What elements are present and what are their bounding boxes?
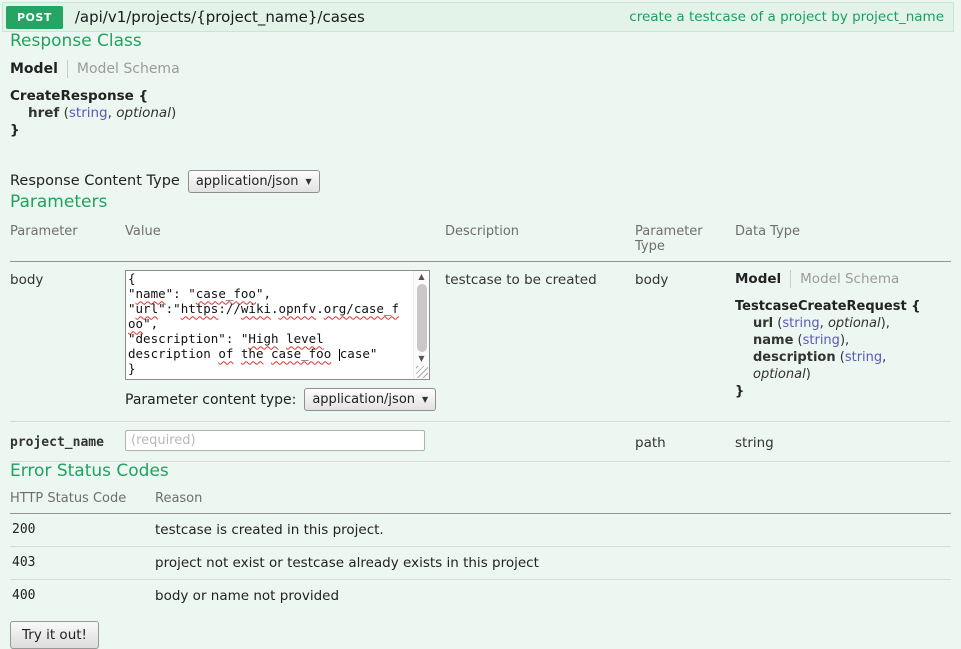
tab-divider — [790, 270, 791, 288]
col-data-type: Data Type — [735, 224, 951, 254]
textarea-scrollbar[interactable]: ▲ ▼ — [413, 271, 429, 379]
response-class-tabs: Model Model Schema — [10, 60, 951, 78]
response-content-type-value: application/json — [196, 174, 299, 189]
param-name-project-name: project_name — [10, 430, 125, 451]
response-content-type-select[interactable]: application/json ▼ — [188, 170, 320, 193]
operation-header: POST /api/v1/projects/{project_name}/cas… — [2, 2, 954, 32]
model-property: name (string), — [753, 332, 943, 349]
http-method-badge: POST — [6, 6, 63, 29]
parameter-content-type-label: Parameter content type: — [125, 392, 296, 408]
response-content-type-row: Response Content Type application/json ▼ — [10, 170, 951, 193]
table-row-body-param: body {"name": "case_foo","url":"https://… — [10, 262, 951, 422]
col-parameter: Parameter — [10, 224, 125, 254]
col-parameter-type: Parameter Type — [635, 224, 735, 254]
tab-model-schema[interactable]: Model Schema — [77, 61, 180, 77]
col-http-status-code: HTTP Status Code — [10, 491, 155, 506]
col-description: Description — [445, 224, 635, 254]
try-it-out-button[interactable]: Try it out! — [10, 621, 99, 649]
status-reason: testcase is created in this project. — [155, 522, 951, 538]
model-property: description (string, optional) — [753, 349, 943, 383]
status-code: 200 — [10, 522, 155, 538]
tab-model[interactable]: Model — [10, 61, 58, 77]
param-name-body: body — [10, 270, 125, 411]
status-code: 403 — [10, 555, 155, 571]
response-content-type-label: Response Content Type — [10, 173, 180, 189]
dropdown-arrow-icon: ▼ — [306, 177, 312, 186]
model-open: CreateResponse { — [10, 88, 951, 105]
model-property: url (string, optional), — [753, 315, 943, 332]
table-row-project-name-param: project_name path string — [10, 422, 951, 462]
scrollbar-thumb[interactable] — [417, 284, 427, 352]
parameters-heading: Parameters — [10, 193, 951, 212]
body-value-textarea[interactable]: {"name": "case_foo","url":"https://wiki.… — [125, 270, 430, 380]
dropdown-arrow-icon: ▼ — [422, 395, 428, 404]
status-reason: project not exist or testcase already ex… — [155, 555, 951, 571]
endpoint-path-link[interactable]: /api/v1/projects/{project_name}/cases — [75, 8, 365, 26]
request-model-signature: TestcaseCreateRequest { url (string, opt… — [735, 298, 943, 400]
parameter-content-type-select[interactable]: application/json ▼ — [304, 388, 436, 411]
table-row-status-200: 200 testcase is created in this project. — [10, 514, 951, 547]
scroll-down-icon[interactable]: ▼ — [418, 355, 424, 363]
parameter-content-type-value: application/json — [312, 392, 415, 407]
model-close: } — [735, 383, 943, 400]
param-description: testcase to be created — [445, 270, 635, 411]
scroll-up-icon[interactable]: ▲ — [418, 273, 424, 281]
body-value-text: {"name": "case_foo","url":"https://wiki.… — [126, 271, 413, 379]
project-name-input[interactable] — [125, 430, 425, 451]
model-open: TestcaseCreateRequest { — [735, 298, 943, 315]
param-description — [445, 430, 635, 451]
error-status-codes-heading: Error Status Codes — [10, 462, 951, 481]
table-row-status-400: 400 body or name not provided — [10, 580, 951, 612]
data-type-tabs: Model Model Schema — [735, 270, 943, 288]
param-data-type: string — [735, 430, 951, 451]
parameters-table-header: Parameter Value Description Parameter Ty… — [10, 211, 951, 262]
tab-model[interactable]: Model — [735, 271, 781, 287]
status-reason: body or name not provided — [155, 588, 951, 604]
table-row-status-403: 403 project not exist or testcase alread… — [10, 547, 951, 580]
model-property: href (string, optional) — [28, 105, 951, 122]
model-close: } — [10, 122, 951, 139]
tab-divider — [67, 60, 68, 78]
error-table-header: HTTP Status Code Reason — [10, 481, 951, 514]
col-value: Value — [125, 224, 445, 254]
resize-grip-icon[interactable] — [416, 366, 428, 378]
parameter-content-type-row: Parameter content type: application/json… — [125, 388, 437, 411]
param-type: body — [635, 270, 735, 411]
response-model-signature: CreateResponse { href (string, optional)… — [10, 88, 951, 139]
endpoint-summary-link[interactable]: create a testcase of a project by projec… — [629, 9, 944, 25]
param-data-type: Model Model Schema TestcaseCreateRequest… — [735, 270, 951, 411]
tab-model-schema[interactable]: Model Schema — [800, 271, 899, 287]
col-reason: Reason — [155, 491, 951, 506]
response-class-heading: Response Class — [10, 32, 951, 51]
param-type: path — [635, 430, 735, 451]
status-code: 400 — [10, 588, 155, 604]
